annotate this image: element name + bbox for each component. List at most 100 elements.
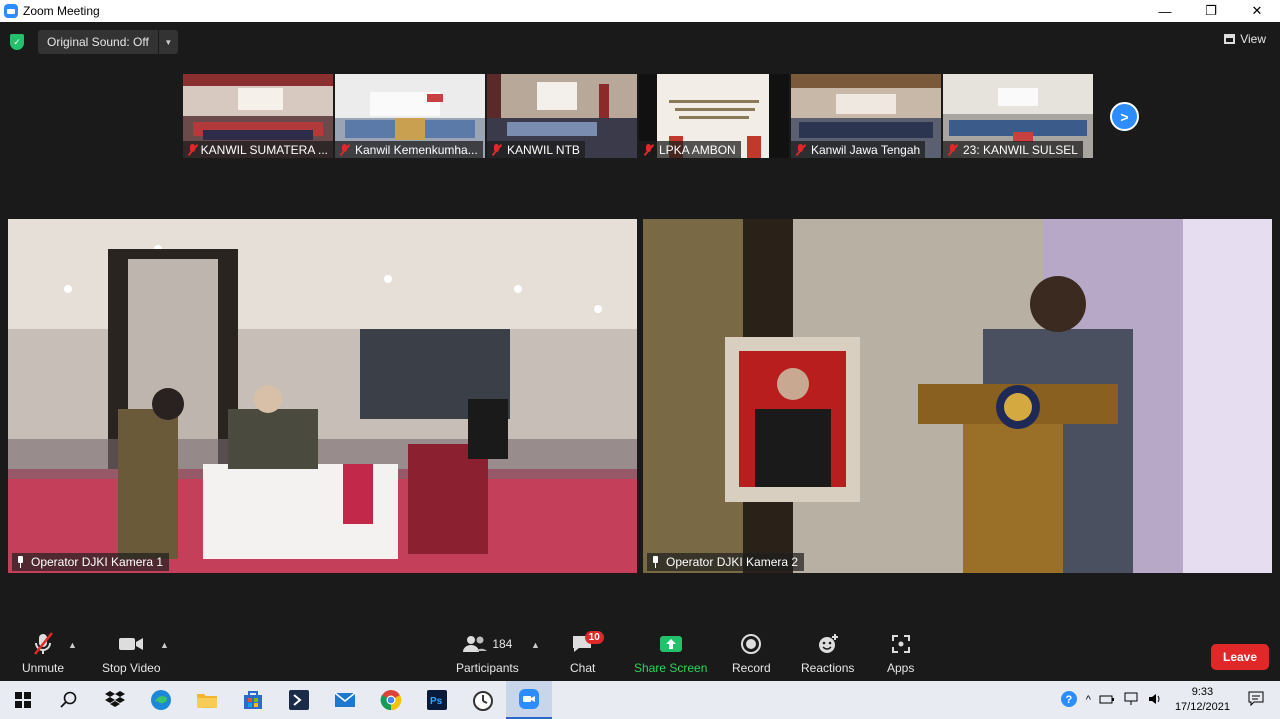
apps-label: Apps: [887, 661, 915, 675]
battery-icon[interactable]: [1099, 693, 1115, 708]
thumbnail-name: KANWIL NTB: [487, 141, 585, 158]
video-tile-kamera-2[interactable]: Operator DJKI Kamera 2: [643, 219, 1272, 573]
windows-start-icon[interactable]: [0, 681, 46, 719]
zoom-logo-icon: [4, 4, 18, 18]
mic-muted-icon: [643, 143, 654, 156]
participant-thumbnail[interactable]: KANWIL SUMATERA ...: [183, 74, 333, 158]
smiley-icon: [817, 630, 839, 658]
participant-thumbnail[interactable]: LPKA AMBON: [639, 74, 789, 158]
chevron-down-icon[interactable]: ▼: [157, 30, 178, 54]
view-label: View: [1240, 32, 1266, 46]
original-sound-label[interactable]: Original Sound: Off: [38, 35, 158, 49]
reactions-button[interactable]: Reactions: [801, 630, 854, 675]
chevron-up-icon[interactable]: ^: [1086, 694, 1091, 706]
volume-icon[interactable]: [1147, 692, 1163, 709]
meeting-toolbar: Unmute ▲ Stop Video ▲ 184 Participants ▲…: [0, 630, 1280, 681]
network-icon[interactable]: [1123, 692, 1139, 709]
system-clock[interactable]: 9:33 17/12/2021: [1175, 685, 1230, 715]
svg-text:Ps: Ps: [430, 696, 443, 707]
microsoft-store-icon[interactable]: [230, 681, 276, 719]
photoshop-icon[interactable]: Ps: [414, 681, 460, 719]
zoom-taskbar-icon[interactable]: [506, 681, 552, 719]
participant-thumbnail[interactable]: 23: KANWIL SULSEL: [943, 74, 1093, 158]
video-camera-icon: [118, 630, 144, 658]
thumbnail-name-text: KANWIL SUMATERA ...: [200, 142, 328, 157]
video-feed-2: [643, 219, 1272, 573]
thumbnail-name: Kanwil Jawa Tengah: [791, 141, 926, 158]
leave-button[interactable]: Leave: [1211, 644, 1269, 670]
next-page-chevron-right-icon[interactable]: >: [1110, 102, 1139, 131]
clock-date: 17/12/2021: [1174, 701, 1230, 713]
pin-icon: [651, 556, 660, 568]
pin-icon: [16, 556, 25, 568]
view-grid-icon: [1224, 34, 1236, 44]
unmute-label: Unmute: [22, 661, 65, 675]
record-label: Record: [732, 661, 771, 675]
thumbnail-name: KANWIL SUMATERA ...: [183, 141, 333, 158]
chat-badge: 10: [584, 631, 604, 644]
participants-button[interactable]: 184 Participants: [456, 630, 519, 675]
participant-thumbnail[interactable]: KANWIL NTB: [487, 74, 637, 158]
reactions-label: Reactions: [801, 661, 855, 675]
stop-video-button[interactable]: Stop Video: [102, 630, 161, 675]
meeting-top-left: ✓ Original Sound: Off ▼: [10, 30, 178, 54]
apps-icon: [890, 630, 912, 658]
participants-caret-icon[interactable]: ▲: [531, 640, 540, 650]
mic-muted-icon: [187, 143, 196, 156]
thumbnail-name-text: Kanwil Kemenkumha...: [355, 142, 478, 157]
original-sound-control[interactable]: Original Sound: Off ▼: [38, 30, 178, 54]
share-screen-icon: [659, 630, 683, 658]
mic-muted-icon: [491, 143, 502, 156]
clock-time: 9:33: [1191, 686, 1214, 698]
powershell-icon[interactable]: [276, 681, 322, 719]
video-options-caret-icon[interactable]: ▲: [160, 640, 169, 650]
thumbnail-name-text: KANWIL NTB: [507, 142, 580, 157]
share-screen-button[interactable]: Share Screen: [634, 630, 707, 675]
notifications-icon[interactable]: [1248, 691, 1264, 710]
thumbnail-name: Kanwil Kemenkumha...: [335, 141, 483, 158]
view-button[interactable]: View: [1224, 32, 1266, 46]
window-title: Zoom Meeting: [23, 4, 100, 18]
mic-muted-icon: [947, 143, 958, 156]
participants-count: 184: [492, 637, 513, 651]
mail-icon[interactable]: [322, 681, 368, 719]
file-explorer-icon[interactable]: [184, 681, 230, 719]
encryption-shield-icon[interactable]: ✓: [10, 34, 24, 50]
close-button[interactable]: ✕: [1234, 0, 1280, 22]
dropbox-icon[interactable]: [92, 681, 138, 719]
chat-button[interactable]: 10 Chat: [570, 630, 604, 675]
mic-muted-icon: [32, 630, 54, 658]
thumbnail-name: 23: KANWIL SULSEL: [943, 141, 1083, 158]
restore-button[interactable]: ❐: [1188, 0, 1234, 22]
video-feed-1: [8, 219, 637, 573]
system-tray: ? ^ 9:33 17/12/2021: [1056, 681, 1280, 719]
thumbnail-name-text: 23: KANWIL SULSEL: [963, 142, 1078, 157]
share-screen-label: Share Screen: [634, 661, 708, 675]
meeting-area: ✓ Original Sound: Off ▼ View KANWIL SUMA…: [0, 22, 1280, 681]
video-tile-kamera-1[interactable]: Operator DJKI Kamera 1: [8, 219, 637, 573]
chat-label: Chat: [570, 661, 596, 675]
video-name-tag: Operator DJKI Kamera 2: [647, 553, 805, 571]
minimize-button[interactable]: —: [1142, 0, 1188, 22]
unmute-button[interactable]: Unmute: [22, 630, 64, 675]
participants-label: Participants: [456, 661, 519, 675]
participant-thumbnail[interactable]: Kanwil Jawa Tengah: [791, 74, 941, 158]
audio-options-caret-icon[interactable]: ▲: [68, 640, 77, 650]
stop-video-label: Stop Video: [102, 661, 161, 675]
record-button[interactable]: Record: [732, 630, 771, 675]
thumbnail-strip: KANWIL SUMATERA ... Kanwil Kemenkumha...…: [183, 74, 1093, 158]
help-icon[interactable]: ?: [1060, 690, 1078, 711]
participant-thumbnail[interactable]: Kanwil Kemenkumha...: [335, 74, 485, 158]
edge-browser-icon[interactable]: [138, 681, 184, 719]
apps-button[interactable]: Apps: [887, 630, 914, 675]
thumbnail-name-text: LPKA AMBON: [659, 142, 736, 157]
mic-muted-icon: [795, 143, 806, 156]
thumbnail-name: LPKA AMBON: [639, 141, 741, 158]
mic-muted-icon: [339, 143, 350, 156]
thumbnail-name-text: Kanwil Jawa Tengah: [811, 142, 921, 157]
search-icon[interactable]: [46, 681, 92, 719]
chat-bubble-icon: 10: [571, 630, 604, 658]
clock-app-icon[interactable]: [460, 681, 506, 719]
chrome-icon[interactable]: [368, 681, 414, 719]
record-icon: [740, 630, 762, 658]
